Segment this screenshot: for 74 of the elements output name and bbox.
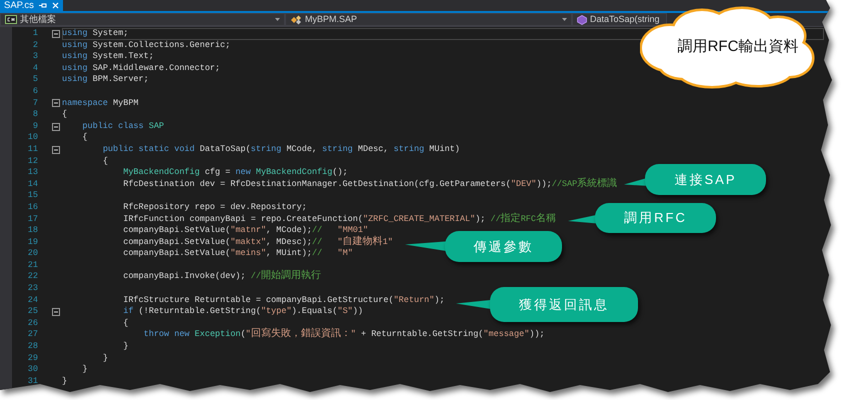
collapse-icon[interactable] — [52, 146, 60, 154]
code-line: } — [102, 352, 108, 364]
pin-icon[interactable] — [38, 2, 47, 9]
code-line: { — [123, 318, 128, 330]
line-number: 15 — [26, 190, 38, 202]
line-number: 1 — [32, 28, 38, 40]
line-number: 14 — [26, 178, 38, 190]
line-number: 31 — [26, 376, 38, 388]
class-icon — [290, 14, 302, 24]
collapse-icon[interactable] — [52, 30, 60, 38]
code-line: IRfcStructure Returntable = companyBapi.GetStructure("Return"); — [123, 294, 445, 306]
code-line: } — [82, 364, 88, 376]
line-number: 10 — [26, 132, 38, 144]
code-line: using BPM.Server; — [62, 74, 149, 86]
line-number: 29 — [26, 352, 38, 364]
caret-icon[interactable] — [562, 18, 567, 21]
caret-icon[interactable] — [275, 18, 280, 21]
code-line: MyBackendConfig cfg = new MyBackendConfig(); — [123, 167, 348, 179]
line-number: 21 — [26, 260, 38, 272]
code-line: using SAP.Middleware.Connector; — [62, 62, 220, 74]
code-line: using System.Collections.Generic; — [62, 40, 230, 52]
close-icon[interactable] — [52, 2, 59, 9]
code-line: throw new Exception("回寫失敗，錯誤資訊：" + Returntable.GetString("message")); — [144, 329, 545, 342]
code-line: public static void DataToSap(string MCode, string MDesc, string MUint) — [102, 144, 460, 156]
file-tab[interactable]: SAP.cs — [0, 0, 63, 11]
line-number: 12 — [26, 156, 38, 168]
code-line: using System; — [62, 28, 128, 40]
line-number: 25 — [26, 306, 38, 318]
line-number: 5 — [32, 74, 38, 86]
collapse-icon[interactable] — [52, 99, 60, 108]
code-line: namespace MyBPM — [62, 98, 139, 110]
line-number: 6 — [32, 86, 38, 98]
collapse-icon[interactable] — [52, 308, 60, 316]
line-number: 4 — [32, 62, 38, 74]
line-number: 9 — [32, 120, 38, 132]
line-number: 27 — [26, 329, 38, 342]
line-number: 22 — [26, 271, 38, 284]
line-number: 19 — [26, 236, 38, 248]
line-number: 3 — [32, 51, 38, 63]
callout-text: 調用RFC輸出資料 — [676, 37, 800, 57]
code-line: public class SAP — [82, 120, 164, 132]
code-line: companyBapi.SetValue("matnr", MCode);// "MM01" — [123, 225, 368, 236]
navigation-dropdown[interactable]: 其他檔案 — [0, 13, 285, 26]
line-number: 2 — [32, 40, 38, 52]
code-line: companyBapi.Invoke(dev); //開始調用執行 — [123, 271, 321, 284]
navigation-dropdown[interactable]: DataToSap(string — [572, 13, 667, 26]
code-line: companyBapi.SetValue("maktx", MDesc);// "自建物料1" — [123, 236, 393, 248]
code-line: IRfcFunction companyBapi = repo.CreateFunction("ZRFC_CREATE_MATERIAL"); //指定RFC名稱 — [123, 214, 556, 226]
code-line: if (!Returntable.GetString("type").Equals("S")) — [123, 306, 363, 318]
line-number: 13 — [26, 167, 38, 179]
line-number: 28 — [26, 341, 38, 353]
code-line: { — [62, 109, 68, 121]
line-number: 16 — [26, 202, 38, 214]
code-line: { — [82, 132, 88, 144]
line-number: 17 — [26, 214, 38, 226]
code-line: } — [123, 341, 128, 353]
line-number: 8 — [32, 109, 38, 121]
line-number: 30 — [26, 364, 38, 376]
line-number: 18 — [26, 225, 38, 237]
line-number: 24 — [26, 294, 38, 306]
line-number: 11 — [26, 144, 38, 156]
code-line: companyBapi.SetValue("meins", MUint);// "M" — [123, 248, 353, 260]
code-line: RfcRepository repo = dev.Repository; — [123, 202, 307, 214]
line-number: 20 — [26, 248, 38, 260]
navigation-dropdown[interactable]: MyBPM.SAP — [285, 13, 572, 26]
line-number: 26 — [26, 318, 38, 330]
collapse-icon[interactable] — [52, 122, 60, 131]
code-line: using System.Text; — [62, 51, 154, 63]
line-number: 7 — [32, 98, 38, 110]
code-line: { — [102, 156, 108, 168]
code-line: } — [62, 376, 68, 388]
line-number: 23 — [26, 283, 38, 295]
code-line: RfcDestination dev = RfcDestinationManager.GetDestination(cfg.GetParameters("DEV"));//SAP系統標識 — [123, 178, 618, 190]
csharp-file-icon — [5, 15, 17, 24]
